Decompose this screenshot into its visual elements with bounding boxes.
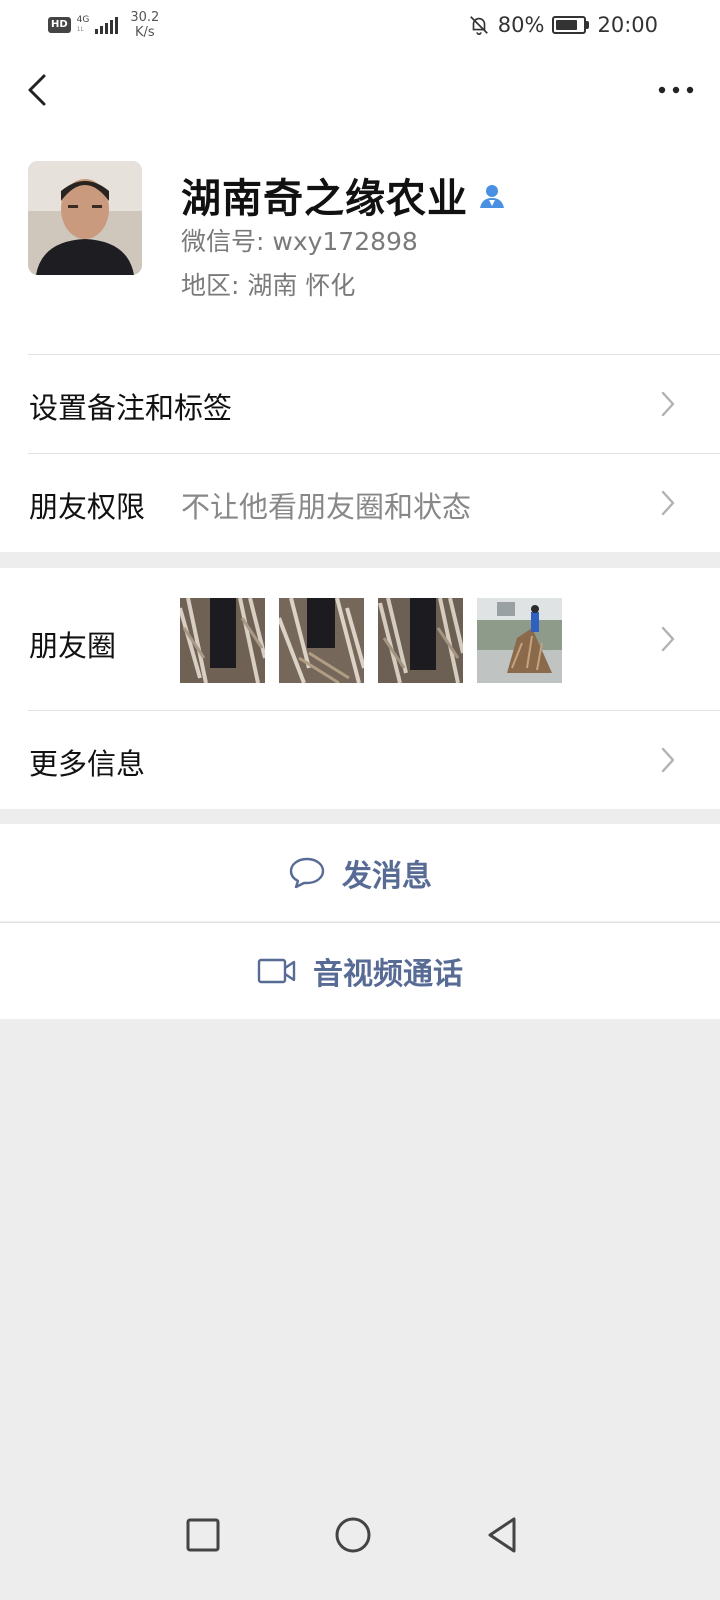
battery-icon <box>552 16 590 34</box>
video-call-label: 音视频通话 <box>313 957 463 992</box>
row-value: 不让他看朋友圈和状态 <box>181 490 472 524</box>
moments-photo <box>279 598 364 683</box>
clock: 20:00 <box>597 13 658 37</box>
chevron-right-icon <box>661 626 675 652</box>
home-icon[interactable] <box>328 1510 378 1560</box>
divider <box>28 354 720 355</box>
divider <box>28 453 720 454</box>
row-friend-permissions[interactable]: 朋友权限 不让他看朋友圈和状态 <box>0 453 720 552</box>
moments-photo <box>477 598 562 683</box>
row-label: 朋友权限 <box>29 490 146 524</box>
row-remark-tags[interactable]: 设置备注和标签 <box>0 354 720 453</box>
chat-bubble-icon <box>289 857 325 888</box>
row-more-info[interactable]: 更多信息 <box>0 710 720 809</box>
chevron-right-icon <box>661 391 675 417</box>
send-message-button[interactable]: 发消息 <box>0 824 720 921</box>
name-row: 湖南奇之缘农业 <box>181 166 508 224</box>
signal-icon <box>95 16 119 34</box>
network-speed-value: 30.2 <box>130 10 160 25</box>
row-label: 朋友圈 <box>29 629 117 663</box>
row-label: 更多信息 <box>29 747 146 781</box>
battery-percent: 80% <box>497 13 545 37</box>
wechat-id: 微信号: wxy172898 <box>181 227 418 256</box>
more-dots-icon[interactable] <box>652 74 700 106</box>
bell-off-icon <box>469 16 488 35</box>
avatar[interactable] <box>28 161 142 275</box>
moments-photo <box>180 598 265 683</box>
status-right: 80% 20:00 <box>468 11 658 39</box>
top-nav <box>0 50 720 130</box>
chevron-right-icon <box>661 747 675 773</box>
network-speed: 30.2 K/s <box>130 10 159 40</box>
chevron-right-icon <box>661 490 675 516</box>
back-triangle-icon[interactable] <box>478 1510 528 1560</box>
moments-thumbnails <box>180 598 562 683</box>
status-left: HD 4G 1L 30.2 K/s <box>48 10 159 40</box>
avatar-image <box>28 161 142 275</box>
network-type: 4G 1L <box>77 16 90 34</box>
system-nav-bar <box>0 1490 720 1580</box>
profile-card: 湖南奇之缘农业 微信号: wxy172898 地区: 湖南 怀化 <box>0 130 720 354</box>
recent-apps-icon[interactable] <box>178 1510 228 1560</box>
chevron-left-icon[interactable] <box>20 70 60 110</box>
send-message-label: 发消息 <box>342 858 432 894</box>
person-verified-icon <box>480 185 504 208</box>
video-camera-icon <box>257 958 296 984</box>
divider <box>28 710 720 711</box>
contact-name: 湖南奇之缘农业 <box>181 176 468 222</box>
video-call-button[interactable]: 音视频通话 <box>0 922 720 1019</box>
row-moments[interactable]: 朋友圈 <box>0 568 720 710</box>
network-type-bottom: 1L <box>76 26 84 33</box>
battery-fill <box>556 20 578 30</box>
moments-photo <box>378 598 463 683</box>
network-type-top: 4G <box>76 15 90 25</box>
region: 地区: 湖南 怀化 <box>181 271 356 300</box>
hd-icon: HD <box>48 17 71 33</box>
status-bar: HD 4G 1L 30.2 K/s 80% 20:00 <box>0 0 720 50</box>
row-label: 设置备注和标签 <box>29 391 233 425</box>
network-speed-unit: K/s <box>135 25 155 40</box>
